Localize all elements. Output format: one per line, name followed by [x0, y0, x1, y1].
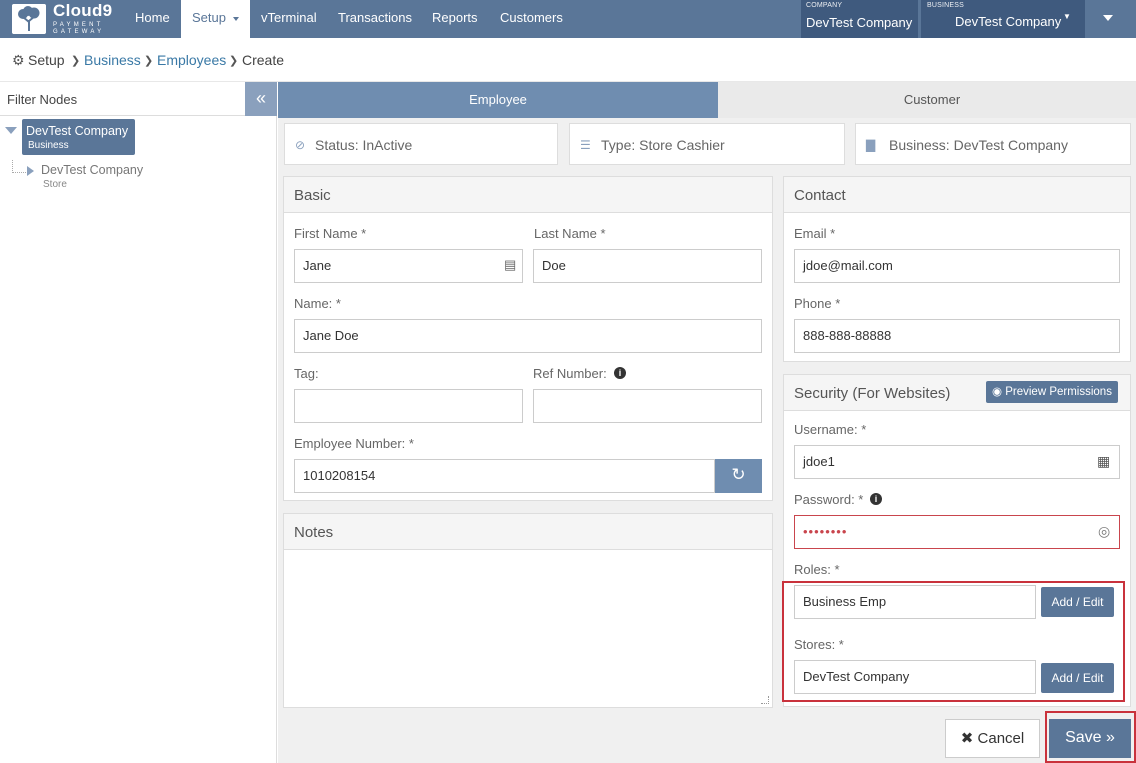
breadcrumb-employees[interactable]: Employees: [157, 52, 226, 68]
caret-down-icon: ▼: [1063, 12, 1071, 21]
business-name: DevTest Company: [955, 14, 1062, 29]
save-button[interactable]: Save »: [1049, 719, 1131, 758]
nav-reports[interactable]: Reports: [432, 0, 478, 38]
tree-node-store-type: Store: [43, 179, 67, 190]
cloud9-logo[interactable]: Cloud9 PAYMENT GATEWAY: [12, 1, 113, 36]
top-navbar: Cloud9 PAYMENT GATEWAY Home Setup vTermin…: [0, 0, 1136, 38]
preview-permissions-button[interactable]: ◉ Preview Permissions: [986, 381, 1118, 403]
tree-logo-icon: [12, 4, 46, 34]
employee-number-input[interactable]: 1010208154: [294, 459, 715, 493]
chevron-right-icon: ❯: [144, 55, 154, 67]
contact-card-icon[interactable]: ▤: [504, 257, 516, 273]
type-card: ☰ Type: Store Cashier: [569, 123, 845, 165]
company-name: DevTest Company: [806, 15, 913, 30]
fingerprint-icon[interactable]: ◎: [1098, 523, 1110, 540]
main-content: Employee Customer ⊘ Status: InActive ☰ T…: [278, 82, 1136, 763]
expand-right-icon[interactable]: [27, 166, 34, 176]
username-input[interactable]: jdoe1: [794, 445, 1120, 479]
expand-down-icon[interactable]: [5, 127, 17, 134]
info-icon[interactable]: i: [870, 493, 882, 505]
basic-panel-header: Basic: [284, 177, 772, 213]
status-card: ⊘ Status: InActive: [284, 123, 558, 165]
id-card-icon[interactable]: ▦: [1097, 453, 1110, 470]
eye-icon: ◉: [992, 386, 1006, 398]
notes-panel: Notes: [283, 513, 773, 708]
tree-node-store[interactable]: DevTest Company: [41, 163, 143, 177]
contact-panel-header: Contact: [784, 177, 1130, 213]
breadcrumb-setup[interactable]: Setup: [28, 52, 65, 68]
company-indicator: COMPANY DevTest Company: [801, 0, 918, 38]
contact-panel: Contact Email * jdoe@mail.com Phone * 88…: [783, 176, 1131, 362]
resize-handle-icon[interactable]: [761, 696, 769, 704]
node-sidebar: Filter Nodes « DevTest Company Business …: [0, 82, 277, 763]
info-icon[interactable]: i: [614, 367, 626, 379]
collapse-sidebar-icon[interactable]: «: [245, 82, 277, 116]
nav-transactions[interactable]: Transactions: [338, 0, 412, 38]
phone-input[interactable]: 888-888-88888: [794, 319, 1120, 353]
sliders-icon: ☰: [580, 138, 591, 152]
filter-nodes-label[interactable]: Filter Nodes: [7, 92, 77, 107]
chevron-down-icon: [232, 16, 239, 21]
highlight-roles-stores: [782, 581, 1125, 702]
check-circle-icon: ⊘: [295, 138, 306, 152]
filter-nodes-header: Filter Nodes «: [0, 82, 277, 116]
nav-vterminal[interactable]: vTerminal: [261, 0, 317, 38]
business-card: ▇ Business: DevTest Company: [855, 123, 1131, 165]
menu-dropdown-icon[interactable]: [1103, 15, 1113, 21]
chevron-right-icon: ❯: [71, 55, 81, 67]
chevron-right-icon: ❯: [229, 55, 239, 67]
basic-panel: Basic First Name * Jane ▤ Last Name * Do…: [283, 176, 773, 501]
breadcrumb-business[interactable]: Business: [84, 52, 141, 68]
business-selector[interactable]: BUSINESS DevTest Company ▼: [921, 0, 1085, 38]
tag-input[interactable]: [294, 389, 523, 423]
cancel-button[interactable]: ✖ Cancel: [945, 719, 1040, 758]
last-name-input[interactable]: Doe: [533, 249, 762, 283]
brand-tagline: PAYMENT GATEWAY: [53, 22, 105, 35]
first-name-input[interactable]: Jane: [294, 249, 523, 283]
notes-panel-header: Notes: [284, 514, 772, 550]
notes-textarea[interactable]: [284, 551, 772, 707]
tab-customer[interactable]: Customer: [718, 82, 1136, 118]
brand-name: Cloud9: [53, 1, 113, 20]
ref-number-input[interactable]: [533, 389, 762, 423]
tree-connector: [12, 160, 26, 173]
briefcase-icon: ▇: [866, 138, 876, 152]
name-input[interactable]: Jane Doe: [294, 319, 762, 353]
nav-home[interactable]: Home: [135, 0, 170, 38]
breadcrumb: ⚙ Setup ❯ Business ❯ Employees ❯ Create: [0, 38, 1136, 82]
nav-setup[interactable]: Setup: [181, 0, 250, 38]
regenerate-button[interactable]: ↻: [715, 459, 762, 493]
gear-icon: ⚙: [12, 52, 25, 68]
tab-employee[interactable]: Employee: [278, 82, 728, 118]
nav-customers[interactable]: Customers: [500, 0, 563, 38]
close-icon: ✖: [960, 730, 978, 747]
breadcrumb-create: Create: [242, 52, 285, 68]
email-input[interactable]: jdoe@mail.com: [794, 249, 1120, 283]
tree-node-business[interactable]: DevTest Company Business: [22, 119, 135, 155]
password-input[interactable]: ••••••••: [794, 515, 1120, 549]
